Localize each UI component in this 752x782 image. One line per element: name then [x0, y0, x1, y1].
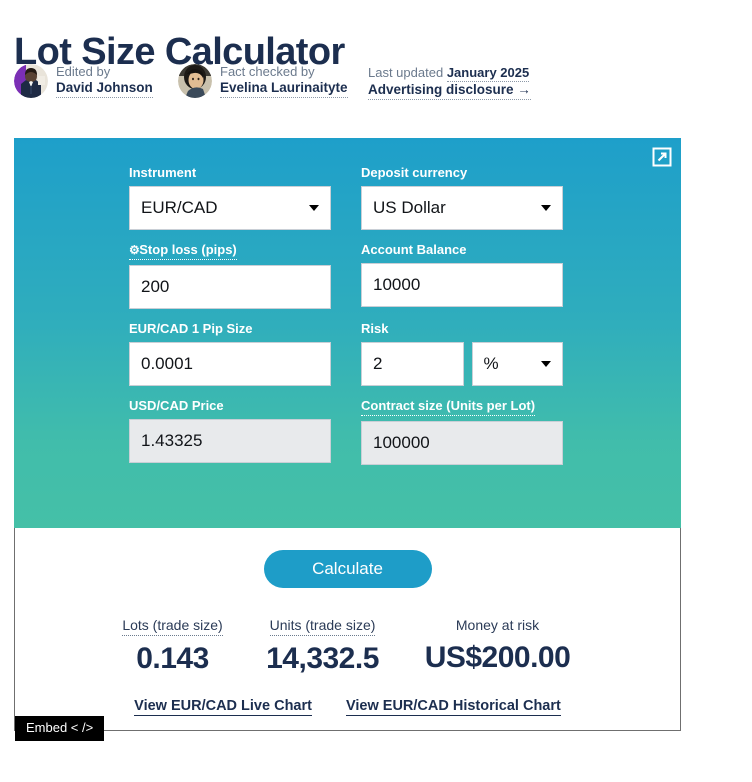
- calculator-form-panel: Instrument EUR/CAD Deposit currency US D…: [14, 138, 681, 528]
- deposit-currency-label: Deposit currency: [361, 165, 468, 180]
- field-contract-size: Contract size (Units per Lot) 100000: [361, 397, 563, 465]
- results-row: Lots (trade size) 0.143 Units (trade siz…: [15, 616, 680, 676]
- field-usd-cad-price: USD/CAD Price 1.43325: [129, 397, 331, 465]
- results-panel: Calculate Lots (trade size) 0.143 Units …: [14, 528, 681, 741]
- chevron-down-icon: [541, 361, 551, 367]
- pip-size-label: EUR/CAD 1 Pip Size: [129, 321, 253, 336]
- advertising-disclosure-link[interactable]: Advertising disclosure →: [368, 82, 531, 101]
- form-grid: Instrument EUR/CAD Deposit currency US D…: [14, 164, 681, 465]
- last-updated-prefix: Last updated: [368, 65, 444, 80]
- risk-unit-value: %: [483, 354, 499, 373]
- risk-unit-select[interactable]: %: [471, 342, 563, 386]
- avatar-editor: [14, 64, 48, 98]
- chart-links: View EUR/CAD Live Chart View EUR/CAD His…: [15, 698, 680, 716]
- byline-fact-checker-name[interactable]: Evelina Laurinaityte: [220, 80, 348, 98]
- result-units-value: 14,332.5: [266, 642, 379, 675]
- field-account-balance: Account Balance 10000: [361, 241, 563, 309]
- last-updated-block: Last updated January 2025 Advertising di…: [368, 64, 531, 101]
- byline-editor-name[interactable]: David Johnson: [56, 80, 153, 98]
- contract-size-label[interactable]: Contract size (Units per Lot): [361, 398, 536, 416]
- risk-controls: 2 %: [361, 342, 563, 386]
- usd-cad-price-label: USD/CAD Price: [129, 398, 224, 413]
- byline-editor: Edited by David Johnson: [14, 64, 178, 98]
- field-stop-loss: ⚙Stop loss (pips) 200: [129, 241, 331, 309]
- last-updated-line: Last updated January 2025: [368, 65, 531, 82]
- stop-loss-label[interactable]: ⚙Stop loss (pips): [129, 242, 237, 260]
- instrument-label: Instrument: [129, 165, 197, 180]
- account-balance-label: Account Balance: [361, 242, 467, 257]
- chevron-down-icon: [541, 205, 551, 211]
- account-balance-input[interactable]: 10000: [361, 263, 563, 307]
- risk-value: 2: [373, 354, 383, 373]
- form-row-4: USD/CAD Price 1.43325 Contract size (Uni…: [129, 397, 566, 465]
- byline-editor-role: Edited by: [56, 64, 111, 80]
- gear-icon: ⚙: [129, 243, 140, 257]
- byline-row: Edited by David Johnson Fact checked by …: [14, 64, 531, 101]
- form-row-3: EUR/CAD 1 Pip Size 0.0001 Risk 2 %: [129, 320, 566, 386]
- pip-size-value: 0.0001: [141, 354, 193, 373]
- stop-loss-input[interactable]: 200: [129, 265, 331, 309]
- result-units-label[interactable]: Units (trade size): [269, 616, 376, 636]
- external-link-icon[interactable]: [652, 147, 672, 167]
- usd-cad-price-input: 1.43325: [129, 419, 331, 463]
- result-units: Units (trade size) 14,332.5: [248, 616, 398, 676]
- risk-label: Risk: [361, 321, 389, 336]
- result-lots-label[interactable]: Lots (trade size): [122, 616, 223, 636]
- usd-cad-price-value: 1.43325: [141, 431, 203, 450]
- field-deposit-currency: Deposit currency US Dollar: [361, 164, 563, 230]
- chevron-down-icon: [309, 205, 319, 211]
- deposit-currency-value: US Dollar: [373, 198, 446, 217]
- byline-fact-checker: Fact checked by Evelina Laurinaityte: [178, 64, 368, 98]
- stop-loss-value: 200: [141, 277, 170, 296]
- form-row-1: Instrument EUR/CAD Deposit currency US D…: [129, 164, 566, 230]
- field-risk: Risk 2 %: [361, 320, 563, 386]
- field-instrument: Instrument EUR/CAD: [129, 164, 331, 230]
- account-balance-value: 10000: [373, 275, 421, 294]
- lot-size-calculator-widget: Instrument EUR/CAD Deposit currency US D…: [14, 138, 681, 741]
- field-pip-size: EUR/CAD 1 Pip Size 0.0001: [129, 320, 331, 386]
- byline-fact-checker-text: Fact checked by Evelina Laurinaityte: [220, 64, 348, 98]
- deposit-currency-select[interactable]: US Dollar: [361, 186, 563, 230]
- form-row-2: ⚙Stop loss (pips) 200 Account Balance 10…: [129, 241, 566, 309]
- last-updated-date: January 2025: [446, 65, 530, 82]
- stop-loss-label-text: Stop loss (pips): [139, 242, 237, 257]
- live-chart-link[interactable]: View EUR/CAD Live Chart: [134, 698, 312, 716]
- historical-chart-link[interactable]: View EUR/CAD Historical Chart: [345, 698, 561, 716]
- byline-editor-text: Edited by David Johnson: [56, 64, 153, 98]
- contract-size-value: 100000: [373, 433, 430, 452]
- contract-size-input: 100000: [361, 421, 563, 465]
- byline-fact-checker-role: Fact checked by: [220, 64, 315, 80]
- result-lots: Lots (trade size) 0.143: [98, 616, 248, 676]
- calculate-button[interactable]: Calculate: [263, 550, 432, 588]
- calculator-page: Lot Size Calculator Edited by David John…: [0, 0, 752, 782]
- result-money-at-risk-value: US$200.00: [424, 641, 571, 674]
- embed-badge[interactable]: Embed < />: [15, 716, 105, 741]
- pip-size-input[interactable]: 0.0001: [129, 342, 331, 386]
- instrument-value: EUR/CAD: [141, 198, 218, 217]
- result-money-at-risk-label: Money at risk: [455, 617, 540, 633]
- result-money-at-risk: Money at risk US$200.00: [398, 616, 598, 675]
- risk-input[interactable]: 2: [361, 342, 464, 386]
- instrument-select[interactable]: EUR/CAD: [129, 186, 331, 230]
- avatar-fact-checker: [178, 64, 212, 98]
- result-lots-value: 0.143: [136, 642, 209, 675]
